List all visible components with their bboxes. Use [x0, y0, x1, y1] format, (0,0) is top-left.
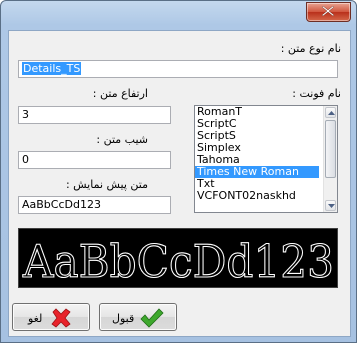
font-name-label: نام فونت : — [292, 87, 341, 100]
dialog-window: نام نوع متن : Details_TS ارتفاع متن : 3 … — [0, 0, 357, 343]
font-list-items: RomanT ScriptC ScriptS Simplex Tahoma Times N… — [195, 106, 337, 202]
font-list[interactable]: RomanT ScriptC ScriptS Simplex Tahoma Times N… — [194, 105, 338, 213]
text-height-label: ارتفاع متن : — [92, 87, 148, 100]
text-slope-value: 0 — [22, 153, 29, 166]
scroll-down-button[interactable] — [325, 200, 336, 211]
font-list-item[interactable]: VCFONT02naskhd — [195, 190, 319, 202]
preview-text-value: AaBbCcDd123 — [22, 198, 101, 211]
preview-text-label: متن پیش نمایش : — [65, 178, 148, 191]
chevron-up-icon — [328, 111, 335, 115]
text-style-name-field[interactable]: Details_TS — [18, 60, 338, 78]
text-style-name-label: نام نوع متن : — [280, 42, 341, 55]
title-bar — [1, 1, 356, 25]
ok-button-label: قبول — [112, 312, 135, 325]
close-icon — [322, 6, 334, 16]
ok-button[interactable]: قبول — [99, 303, 177, 331]
red-x-icon — [51, 308, 71, 328]
chevron-down-icon — [328, 204, 335, 208]
font-preview-canvas: AaBbCcDd123 — [22, 234, 335, 287]
cancel-button[interactable]: لغو — [12, 303, 90, 331]
text-style-name-value: Details_TS — [22, 62, 82, 75]
scroll-up-button[interactable] — [325, 107, 336, 118]
preview-text-field[interactable]: AaBbCcDd123 — [18, 196, 171, 214]
green-check-icon — [140, 308, 164, 328]
close-button[interactable] — [306, 2, 351, 22]
text-slope-field[interactable]: 0 — [18, 151, 171, 169]
text-height-field[interactable]: 3 — [18, 106, 171, 124]
text-slope-label: شیب متن : — [96, 133, 148, 146]
dialog-client-area: نام نوع متن : Details_TS ارتفاع متن : 3 … — [8, 30, 351, 337]
cancel-button-label: لغو — [28, 312, 43, 325]
scroll-thumb[interactable] — [325, 120, 336, 178]
text-height-value: 3 — [22, 108, 29, 121]
font-list-scrollbar[interactable] — [323, 106, 337, 212]
preview-sample-text: AaBbCcDd123 — [22, 235, 334, 287]
font-preview-panel: AaBbCcDd123 — [18, 228, 338, 288]
